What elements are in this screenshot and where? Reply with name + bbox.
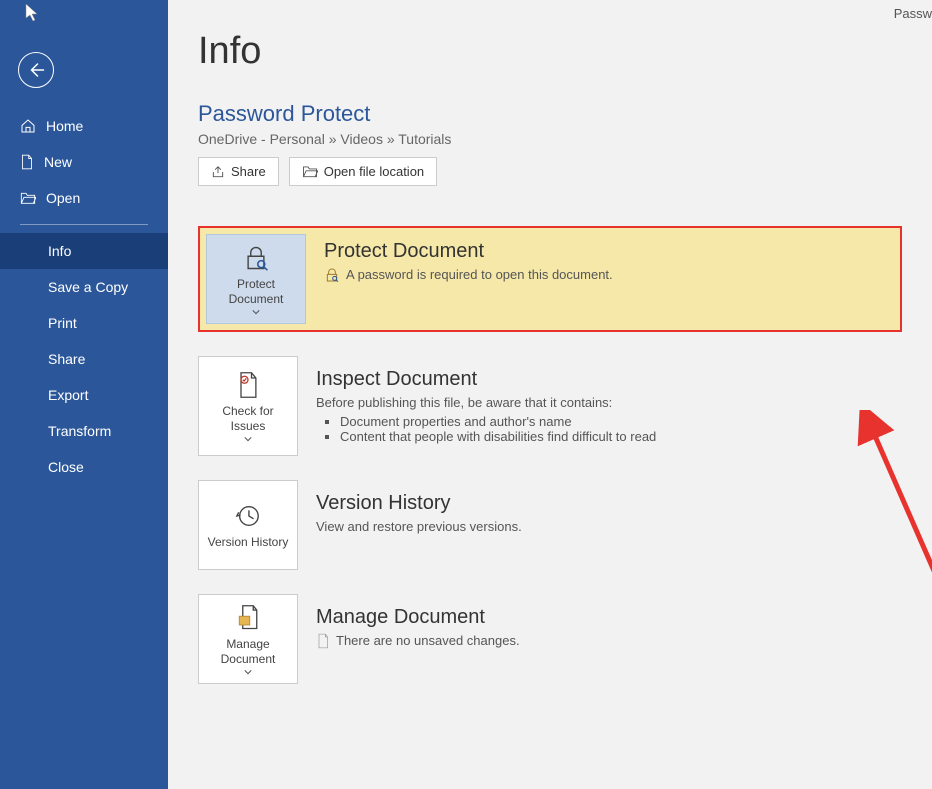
manage-title: Manage Document: [316, 606, 884, 629]
chevron-down-icon: [252, 309, 260, 315]
inspect-title: Inspect Document: [316, 368, 884, 391]
new-doc-icon: [20, 154, 34, 170]
version-history-tile[interactable]: Version History: [198, 480, 298, 570]
main-content: Passw Info Password Protect OneDrive - P…: [168, 0, 932, 789]
nav-label: Export: [48, 387, 88, 403]
protect-desc: A password is required to open this docu…: [346, 267, 613, 282]
nav-transform[interactable]: Transform: [0, 413, 168, 449]
nav-label: Transform: [48, 423, 111, 439]
lock-key-icon: [242, 243, 270, 273]
chevron-down-icon: [244, 669, 252, 675]
nav-export[interactable]: Export: [0, 377, 168, 413]
back-button[interactable]: [18, 52, 54, 88]
inspect-bullet: Document properties and author's name: [340, 414, 884, 429]
version-title: Version History: [316, 492, 884, 515]
document-check-icon: [235, 370, 261, 400]
arrow-left-icon: [27, 61, 45, 79]
nav-label: New: [44, 154, 72, 170]
nav-label: Print: [48, 315, 77, 331]
nav-label: Close: [48, 459, 84, 475]
nav-label: Open: [46, 190, 80, 206]
history-icon: [235, 501, 261, 531]
lock-small-icon: [324, 267, 340, 283]
tile-label: Protect Document: [213, 277, 299, 307]
document-small-icon: [316, 633, 330, 649]
open-folder-icon: [20, 191, 36, 205]
manage-document-section: Manage Document Manage Document There ar…: [198, 594, 902, 684]
protect-document-tile[interactable]: Protect Document: [206, 234, 306, 324]
nav-new[interactable]: New: [0, 144, 168, 180]
chevron-down-icon: [244, 436, 252, 442]
button-label: Share: [231, 164, 266, 179]
check-for-issues-tile[interactable]: Check for Issues: [198, 356, 298, 456]
inspect-lead: Before publishing this file, be aware th…: [316, 395, 612, 410]
nav-label: Share: [48, 351, 85, 367]
nav-label: Info: [48, 243, 71, 259]
home-icon: [20, 118, 36, 134]
nav-open[interactable]: Open: [0, 180, 168, 216]
open-file-location-button[interactable]: Open file location: [289, 157, 437, 186]
protect-title: Protect Document: [324, 240, 882, 263]
nav-info[interactable]: Info: [0, 233, 168, 269]
tile-label: Manage Document: [205, 637, 291, 667]
inspect-document-section: Check for Issues Inspect Document Before…: [198, 356, 902, 456]
inspect-bullet: Content that people with disabilities fi…: [340, 429, 884, 444]
protect-document-section: Protect Document Protect Document A pass…: [198, 226, 902, 332]
tile-label: Check for Issues: [205, 404, 291, 434]
document-title: Password Protect: [198, 101, 902, 127]
nav-share[interactable]: Share: [0, 341, 168, 377]
button-label: Open file location: [324, 164, 424, 179]
manage-document-tile[interactable]: Manage Document: [198, 594, 298, 684]
nav-close[interactable]: Close: [0, 449, 168, 485]
annotation-arrow-icon: [848, 410, 932, 760]
folder-icon: [302, 165, 318, 178]
tile-label: Version History: [208, 535, 289, 550]
breadcrumb: OneDrive - Personal » Videos » Tutorials: [198, 131, 902, 147]
share-button[interactable]: Share: [198, 157, 279, 186]
nav-save-a-copy[interactable]: Save a Copy: [0, 269, 168, 305]
nav-label: Home: [46, 118, 83, 134]
nav-label: Save a Copy: [48, 279, 128, 295]
nav-print[interactable]: Print: [0, 305, 168, 341]
manage-desc: There are no unsaved changes.: [336, 633, 520, 648]
backstage-sidebar: Home New Open Info Save a Copy Print Sha…: [0, 0, 168, 789]
nav-home[interactable]: Home: [0, 108, 168, 144]
version-history-section: Version History Version History View and…: [198, 480, 902, 570]
page-title: Info: [198, 30, 902, 73]
title-text-fragment: Passw: [894, 6, 932, 21]
nav-separator: [20, 224, 148, 225]
document-folder-icon: [235, 603, 261, 633]
version-desc: View and restore previous versions.: [316, 519, 522, 534]
share-icon: [211, 165, 225, 179]
